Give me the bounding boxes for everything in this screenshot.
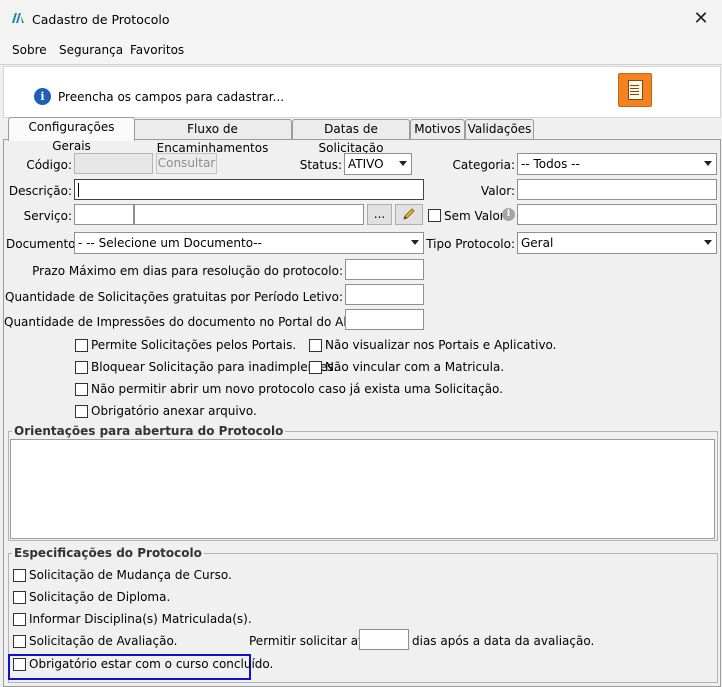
disciplinas-checkbox[interactable] <box>13 613 26 626</box>
tab-configuracoes-gerais[interactable]: Configurações Gerais <box>8 117 135 153</box>
orientacoes-textarea[interactable] <box>10 439 715 539</box>
prazo-input[interactable] <box>345 259 424 280</box>
tab-fluxo-encaminhamentos[interactable]: Fluxo de Encaminhamentos <box>133 119 292 155</box>
documento-select[interactable]: - -- Selecione um Documento-- <box>74 232 424 254</box>
info-message: Preencha os campos para cadastrar... <box>58 90 285 104</box>
nao-permitir-novo-label: Não permitir abrir um novo protocolo cas… <box>91 382 503 396</box>
chevron-down-icon <box>399 161 407 166</box>
nao-vincular-checkbox[interactable] <box>309 361 322 374</box>
permite-portais-label: Permite Solicitações pelos Portais. <box>91 338 297 352</box>
avaliacao-label: Solicitação de Avaliação. <box>29 634 178 648</box>
servico-edit-button[interactable] <box>395 204 423 225</box>
chevron-down-icon <box>411 240 419 245</box>
app-logo-icon <box>12 13 24 23</box>
qtd-solicitacoes-input[interactable] <box>345 284 424 305</box>
tab-motivos[interactable]: Motivos <box>410 119 465 139</box>
consultar-button[interactable]: Consultar <box>156 153 217 174</box>
descricao-label: Descrição: <box>8 184 72 198</box>
sem-valor-label: Sem Valor <box>444 209 505 223</box>
servico-search-button[interactable]: ... <box>367 204 392 225</box>
chevron-down-icon <box>704 161 712 166</box>
window-title: Cadastro de Protocolo <box>32 12 170 27</box>
servico-label: Serviço: <box>23 209 72 223</box>
document-button[interactable] <box>618 73 652 107</box>
servico-code-input[interactable] <box>74 204 134 225</box>
permitir-ate-label: Permitir solicitar até: <box>249 634 375 648</box>
servico-name-input[interactable] <box>134 204 364 225</box>
qtd-impressoes-label: Quantidade de Impressões do documento no… <box>4 315 374 329</box>
curso-concluido-checkbox[interactable] <box>13 658 26 671</box>
codigo-input[interactable] <box>74 153 153 174</box>
nao-vincular-label: Não vincular com a Matricula. <box>325 360 505 374</box>
info-icon: i <box>502 208 515 221</box>
status-value: ATIVO <box>348 157 384 171</box>
document-icon <box>628 80 643 100</box>
categoria-select[interactable]: -- Todos -- <box>517 153 717 175</box>
chevron-down-icon <box>704 240 712 245</box>
codigo-label: Código: <box>26 158 72 172</box>
disciplinas-label: Informar Disciplina(s) Matriculada(s). <box>29 612 252 626</box>
sem-valor-checkbox[interactable] <box>428 209 441 222</box>
menu-seguranca[interactable]: Segurança <box>59 43 123 57</box>
bloquear-inadimplentes-label: Bloquear Solicitação para inadimplentes. <box>91 360 338 374</box>
pencil-icon <box>403 208 415 220</box>
bloquear-inadimplentes-checkbox[interactable] <box>75 361 88 374</box>
curso-concluido-label: Obrigatório estar com o curso concluído. <box>29 657 274 671</box>
nao-permitir-novo-checkbox[interactable] <box>75 383 88 396</box>
nao-visualizar-checkbox[interactable] <box>309 339 322 352</box>
mudanca-curso-checkbox[interactable] <box>13 569 26 582</box>
categoria-label: Categoria: <box>452 158 515 172</box>
dias-avaliacao-input[interactable] <box>359 629 409 650</box>
close-icon[interactable]: ✕ <box>688 6 714 32</box>
avaliacao-checkbox[interactable] <box>13 635 26 648</box>
documento-label: Documento: <box>6 237 80 251</box>
dias-apos-label: dias após a data da avaliação. <box>412 634 595 648</box>
nao-visualizar-label: Não visualizar nos Portais e Aplicativo. <box>325 338 557 352</box>
documento-value: - -- Selecione um Documento-- <box>78 236 262 250</box>
info-icon: i <box>34 88 51 105</box>
status-label: Status: <box>299 158 342 172</box>
tab-validacoes[interactable]: Validações <box>465 119 534 139</box>
especificacoes-title: Especificações do Protocolo <box>12 546 204 560</box>
orientacoes-title: Orientações para abertura do Protocolo <box>12 424 286 438</box>
categoria-value: -- Todos -- <box>521 157 580 171</box>
descricao-input[interactable] <box>74 179 424 200</box>
obrigatorio-anexar-label: Obrigatório anexar arquivo. <box>91 404 257 418</box>
prazo-label: Prazo Máximo em dias para resolução do p… <box>32 264 343 278</box>
menu-sobre[interactable]: Sobre <box>12 43 47 57</box>
obrigatorio-anexar-checkbox[interactable] <box>75 405 88 418</box>
diploma-label: Solicitação de Diploma. <box>29 590 171 604</box>
tipo-protocolo-value: Geral <box>521 236 554 250</box>
diploma-checkbox[interactable] <box>13 591 26 604</box>
menu-favoritos[interactable]: Favoritos <box>130 43 184 57</box>
text-cursor <box>78 182 79 197</box>
sem-valor-input[interactable] <box>517 204 717 225</box>
permite-portais-checkbox[interactable] <box>75 339 88 352</box>
status-select[interactable]: ATIVO <box>344 153 412 175</box>
qtd-solicitacoes-label: Quantidade de Solicitações gratuitas por… <box>5 290 343 304</box>
mudanca-curso-label: Solicitação de Mudança de Curso. <box>29 568 232 582</box>
tipo-protocolo-label: Tipo Protocolo: <box>426 237 515 251</box>
valor-input[interactable] <box>517 179 717 200</box>
valor-label: Valor: <box>480 184 515 198</box>
tipo-protocolo-select[interactable]: Geral <box>517 232 717 254</box>
tab-datas-solicitacao[interactable]: Datas de Solicitação <box>292 119 410 155</box>
qtd-impressoes-input[interactable] <box>345 309 424 330</box>
